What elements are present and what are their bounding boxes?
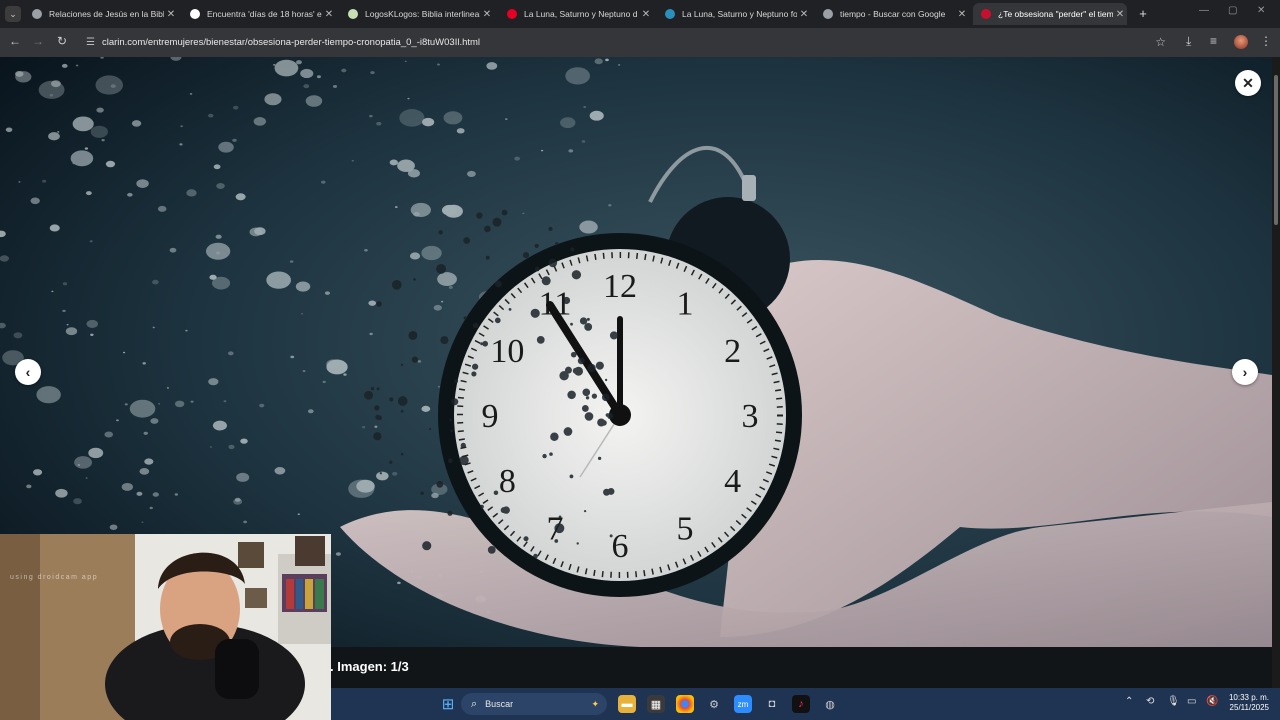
site-info-icon[interactable]: ☰ <box>86 37 95 48</box>
restore-icon[interactable]: ▢ <box>1228 5 1237 16</box>
tiktok-icon[interactable]: ♪ <box>792 695 810 713</box>
clock-numeral: 2 <box>724 333 741 370</box>
webcam-feed <box>0 534 331 720</box>
clock-numeral: 6 <box>612 528 629 565</box>
tab-label: ¿Te obsesiona "perder" el tiem <box>998 9 1113 19</box>
tray-chevron-icon[interactable]: ⌃ <box>1125 696 1133 707</box>
reading-list-icon[interactable]: ≡ <box>1210 34 1217 48</box>
chrome-icon[interactable] <box>676 695 694 713</box>
page-scrollbar[interactable] <box>1272 57 1280 690</box>
clock-numeral: 12 <box>603 268 637 305</box>
tab-favicon-icon <box>981 9 991 19</box>
tab-label: Relaciones de Jesús en la Biblia <box>49 9 164 19</box>
tab-search-icon[interactable]: ⌄ <box>5 6 21 22</box>
bookmark-star-icon[interactable]: ☆ <box>1155 35 1166 49</box>
tab-favicon-icon <box>32 9 42 19</box>
image-counter: . Imagen: 1/3 <box>330 659 409 674</box>
close-window-icon[interactable]: ✕ <box>1257 5 1265 16</box>
chevron-left-icon[interactable]: ‹ <box>15 359 41 385</box>
close-icon[interactable]: ✕ <box>1235 70 1261 96</box>
clock-numeral: 8 <box>499 463 516 500</box>
tab-close-icon[interactable]: ✕ <box>164 9 178 20</box>
browser-toolbar: ← → ↻ ☰ clarin.com/entremujeres/bienesta… <box>0 28 1280 57</box>
copilot-icon: ✦ <box>591 698 599 709</box>
clock-date: 25/11/2025 <box>1229 703 1269 712</box>
webcam-overlay: using droidcam app <box>0 534 331 720</box>
download-icon[interactable]: ⤓ <box>1186 34 1191 49</box>
scroll-thumb[interactable] <box>1274 75 1278 225</box>
tab-favicon-icon <box>823 9 833 19</box>
back-button[interactable]: ← <box>7 34 23 48</box>
camera-icon[interactable]: ◘ <box>763 695 781 713</box>
settings-gear-icon[interactable]: ⚙ <box>705 695 723 713</box>
taskbar-search[interactable]: ⌕ Buscar ✦ <box>461 693 607 715</box>
microphone-icon[interactable]: 🎙 <box>1167 696 1180 707</box>
tab-7[interactable]: ¿Te obsesiona "perder" el tiem ✕ <box>973 3 1127 25</box>
menu-icon[interactable]: ⋮ <box>1260 34 1272 48</box>
tab-favicon-icon <box>507 9 517 19</box>
address-bar[interactable]: ☰ clarin.com/entremujeres/bienestar/obse… <box>80 31 1174 54</box>
clock-numeral: 1 <box>677 285 694 322</box>
zoom-icon[interactable]: zm <box>734 695 752 713</box>
sync-icon[interactable]: ⟲ <box>1146 696 1154 707</box>
clock-numeral: 3 <box>742 398 759 435</box>
windows-start-icon[interactable]: ⊞ <box>439 695 457 713</box>
tab-2[interactable]: Encuentra 'días de 18 horas' en ✕ <box>182 3 336 25</box>
reload-button[interactable]: ↻ <box>54 34 70 48</box>
tab-close-icon[interactable]: ✕ <box>1113 9 1127 20</box>
tab-label: tiempo - Buscar con Google <box>840 9 946 19</box>
clock-numeral: 5 <box>677 511 694 548</box>
tab-close-icon[interactable]: ✕ <box>797 9 811 20</box>
tab-strip: ⌄ Relaciones de Jesús en la Biblia ✕ Encue… <box>0 0 1280 28</box>
system-clock[interactable]: 10:33 p. m. 25/11/2025 <box>1227 693 1269 713</box>
search-icon: ⌕ <box>471 697 478 710</box>
store-icon[interactable]: ▦ <box>647 695 665 713</box>
app-icon[interactable]: ◍ <box>821 695 839 713</box>
tab-close-icon[interactable]: ✕ <box>955 9 969 20</box>
minimize-icon[interactable]: — <box>1199 5 1209 16</box>
webcam-watermark: using droidcam app <box>10 574 99 581</box>
windows-taskbar: ⊞ ⌕ Buscar ✦ ▬ ▦ ⚙ zm ◘ ♪ ◍ ⌃ ⟲ 🎙 ▭ 🔇 <box>331 688 1280 720</box>
tab-label: LogosKLogos: Biblia interlineal <box>365 9 480 19</box>
tab-label: Encuentra 'días de 18 horas' en <box>207 9 322 19</box>
tab-label: La Luna, Saturno y Neptuno d <box>524 9 638 19</box>
new-tab-button[interactable]: + <box>1136 6 1150 21</box>
tab-label: La Luna, Saturno y Neptuno for <box>682 9 797 19</box>
url-text[interactable]: clarin.com/entremujeres/bienestar/obsesi… <box>102 37 480 48</box>
tab-6[interactable]: tiempo - Buscar con Google ✕ <box>815 3 969 25</box>
forward-button[interactable]: → <box>30 34 46 48</box>
clock-numeral: 4 <box>724 463 741 500</box>
tab-1[interactable]: Relaciones de Jesús en la Biblia ✕ <box>24 3 178 25</box>
tab-close-icon[interactable]: ✕ <box>322 9 336 20</box>
search-placeholder: Buscar <box>485 699 514 709</box>
tab-favicon-icon <box>190 9 200 19</box>
tab-favicon-icon <box>665 9 675 19</box>
volume-muted-icon[interactable]: 🔇 <box>1206 696 1218 707</box>
clock-numeral: 10 <box>490 333 524 370</box>
clock-numeral: 9 <box>482 398 499 435</box>
tab-5[interactable]: La Luna, Saturno y Neptuno for ✕ <box>657 3 811 25</box>
tab-favicon-icon <box>348 9 358 19</box>
tab-4[interactable]: La Luna, Saturno y Neptuno d ✕ <box>499 3 653 25</box>
tab-close-icon[interactable]: ✕ <box>480 9 494 20</box>
profile-avatar[interactable] <box>1234 35 1248 49</box>
tab-3[interactable]: LogosKLogos: Biblia interlineal ✕ <box>340 3 494 25</box>
chevron-right-icon[interactable]: › <box>1232 359 1258 385</box>
tab-close-icon[interactable]: ✕ <box>639 9 653 20</box>
network-icon[interactable]: ▭ <box>1187 696 1196 707</box>
file-explorer-icon[interactable]: ▬ <box>618 695 636 713</box>
clock-time: 10:33 p. m. <box>1228 693 1269 702</box>
